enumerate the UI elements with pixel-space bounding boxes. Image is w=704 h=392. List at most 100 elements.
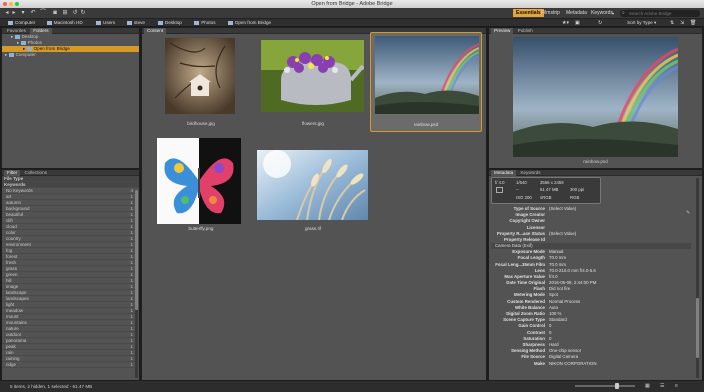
thumbnail-grass[interactable]: grass.tif xyxy=(257,134,369,234)
workspace-metadata[interactable]: Metadata xyxy=(563,9,590,17)
keyword-name: grass xyxy=(6,266,18,271)
thumbnail-caption: butterfly.png xyxy=(188,226,214,231)
folder-icon xyxy=(194,21,200,25)
rotate-icon-secondary[interactable]: ↻ xyxy=(598,19,602,27)
metadata-scrollbar-thumb[interactable] xyxy=(696,298,699,358)
rotate-icon[interactable]: ↺ xyxy=(72,10,78,16)
breadcrumb-item[interactable]: Desktop xyxy=(152,20,182,26)
open-icon[interactable]: ⇲ xyxy=(680,19,684,27)
placard-profile: sRGB xyxy=(540,195,552,200)
open-recent-icon[interactable]: ↶ xyxy=(30,10,36,16)
keyword-name: light xyxy=(6,302,15,307)
keyword-count: 1 xyxy=(130,236,133,241)
metadata-scrollbar[interactable] xyxy=(696,178,699,378)
tab-keywords[interactable]: Keywords xyxy=(517,170,543,176)
keyword-count: 1 xyxy=(130,242,133,247)
keyword-name: forest xyxy=(6,254,18,259)
trash-icon[interactable]: 🗑 xyxy=(690,19,696,27)
butterfly-image xyxy=(157,138,241,224)
filter-scrollbar[interactable] xyxy=(135,190,138,378)
status-text: 5 items, 2 hidden, 1 selected - 61.47 MB xyxy=(10,384,93,389)
metadata-row[interactable]: Make NIKON CORPORATION xyxy=(491,361,691,367)
keyword-filter-item[interactable]: ridge 1 xyxy=(2,362,139,368)
boomerang-icon[interactable]: ⌒ xyxy=(40,10,46,16)
breadcrumb-item[interactable]: Macintosh HD xyxy=(41,20,83,26)
placard-mode: RGB xyxy=(570,195,580,200)
thumbnail-rainbow[interactable]: rainbow.psd xyxy=(370,32,482,132)
breadcrumb-item[interactable]: Photos xyxy=(188,20,216,26)
sort-icon[interactable]: ⇅ xyxy=(670,19,674,27)
zoom-window-button[interactable] xyxy=(15,2,19,6)
keyword-count: 1 xyxy=(130,266,133,271)
star-filter-icon[interactable]: ★▾ xyxy=(562,19,569,27)
thumbnail-butterfly[interactable]: butterfly.png xyxy=(145,134,257,234)
thumbnail-size-slider-thumb[interactable] xyxy=(615,383,619,389)
workspace-filmstrip[interactable]: Filmstrip xyxy=(538,9,563,17)
breadcrumb-label: Macintosh HD xyxy=(53,20,83,25)
breadcrumb-item[interactable]: steve xyxy=(121,20,145,26)
back-arrow-icon[interactable]: ◂ xyxy=(4,10,10,16)
pencil-edit-icon[interactable]: ✎ xyxy=(686,210,690,216)
folder-tree-item[interactable]: ▸ Computer xyxy=(2,52,139,58)
keyword-count: 1 xyxy=(130,230,133,235)
placard-size: 61.47 MB xyxy=(540,187,559,192)
filter-panel: Filter Collections File Type Keywords No… xyxy=(2,170,139,380)
thumbnail-flowers[interactable]: flowers.jpg xyxy=(257,32,369,132)
thumbnail-size-slider[interactable] xyxy=(575,383,635,389)
keyword-name: country xyxy=(6,236,21,241)
keyword-count: 1 xyxy=(130,218,133,223)
refine-icon[interactable]: ⊞ xyxy=(62,10,68,16)
folder-tree-label: Desktop xyxy=(21,34,39,39)
new-folder-icon[interactable]: ▣ xyxy=(575,19,580,27)
sort-dropdown[interactable]: Sort by Type ▾ xyxy=(627,19,656,27)
path-bar: Computer Macintosh HD Users steve Desktop Pho… xyxy=(0,19,704,27)
metadata-value: Standard xyxy=(549,317,567,323)
folder-up-icon[interactable]: ▾ xyxy=(20,10,26,16)
folder-icon xyxy=(20,41,26,45)
folder-icon xyxy=(127,21,132,25)
search-field[interactable]: ⌕ xyxy=(620,10,700,17)
view-details-icon[interactable]: ☰ xyxy=(660,381,664,392)
thumbnail-caption: rainbow.psd xyxy=(413,122,439,127)
keyword-name: meadow xyxy=(6,308,24,313)
tab-preview[interactable]: Preview xyxy=(491,28,514,34)
breadcrumb-item[interactable]: Users xyxy=(90,20,115,26)
workspace-menu-icon[interactable]: ▾ xyxy=(610,11,616,17)
keyword-name: color xyxy=(6,230,16,235)
breadcrumb-item[interactable]: Computer xyxy=(2,20,35,26)
preview-panel: Preview Publish rainbow.psd xyxy=(489,28,702,168)
keyword-name: nature xyxy=(6,326,19,331)
view-grid-icon[interactable]: ▦ xyxy=(645,381,650,392)
close-window-button[interactable] xyxy=(3,2,7,6)
breadcrumb-item[interactable]: Open from Bridge xyxy=(222,20,271,26)
view-list-icon[interactable]: ≡ xyxy=(675,381,678,392)
status-bar: 5 items, 2 hidden, 1 selected - 61.47 MB… xyxy=(0,381,704,392)
keyword-count: 1 xyxy=(130,308,133,313)
tab-metadata[interactable]: Metadata xyxy=(491,170,517,176)
placard-aperture: f/ 4.0 xyxy=(495,180,505,185)
placard-shutter: 1/640 xyxy=(516,180,527,185)
breadcrumb-label: steve xyxy=(134,20,145,25)
metadata-panel: Metadata Keywords f/ 4.0 1/640 3556 x 24… xyxy=(489,170,702,380)
keyword-name: peak xyxy=(6,344,16,349)
tab-publish[interactable]: Publish xyxy=(515,28,536,34)
filter-scrollbar-thumb[interactable] xyxy=(135,190,138,310)
minimize-window-button[interactable] xyxy=(9,2,13,6)
folder-tree-label: Photos xyxy=(27,40,42,45)
tab-collections[interactable]: Collections xyxy=(22,170,50,176)
forward-arrow-icon[interactable]: ▸ xyxy=(11,10,17,16)
keyword-name: mount xyxy=(6,314,19,319)
thumbnail-birdhouse[interactable]: birdhouse.jpg xyxy=(145,32,257,132)
rotate-cw-icon[interactable]: ↻ xyxy=(80,10,86,16)
keyword-name: No Keywords xyxy=(6,188,33,193)
search-icon: ⌕ xyxy=(622,10,625,16)
keyword-count: 1 xyxy=(130,302,133,307)
keyword-count: 1 xyxy=(130,194,133,199)
grass-image xyxy=(257,150,368,220)
keyword-count: 1 xyxy=(130,344,133,349)
folder-tree-label: Computer xyxy=(15,52,36,57)
camera-icon[interactable]: ◙ xyxy=(52,10,58,16)
metadata-fields: Type of Source (Select Value) Image Creato… xyxy=(491,206,691,367)
thumbnail-caption: flowers.jpg xyxy=(302,121,324,126)
search-input[interactable] xyxy=(629,10,697,17)
